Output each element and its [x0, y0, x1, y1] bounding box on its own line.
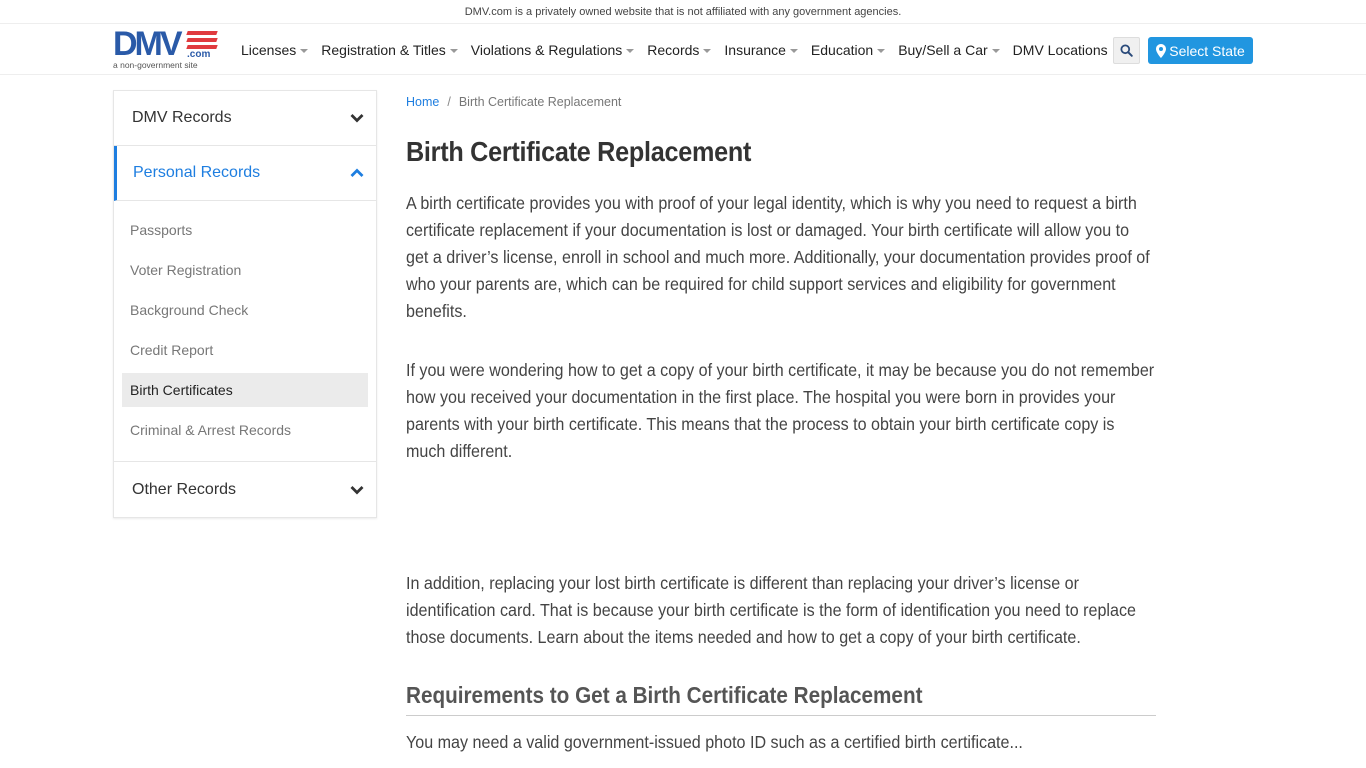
- personal-records-list: Passports Voter Registration Background …: [114, 201, 376, 462]
- nav-label: Records: [647, 42, 700, 58]
- search-button[interactable]: [1113, 37, 1140, 64]
- caret-down-icon: [789, 49, 798, 53]
- site-logo[interactable]: DMV .com a non-government site: [113, 25, 223, 71]
- sidebar-section-dmv-records[interactable]: DMV Records: [114, 91, 376, 146]
- caret-down-icon: [449, 49, 458, 53]
- intro-paragraph: A birth certificate provides you with pr…: [406, 193, 1150, 321]
- nav-label: DMV Locations: [1012, 42, 1108, 58]
- chevron-down-icon: [350, 485, 364, 494]
- sidebar-item-birth-certificates[interactable]: Birth Certificates: [122, 373, 368, 407]
- caret-down-icon: [703, 49, 712, 53]
- site-header: DMV .com a non-government site Licenses …: [0, 25, 1366, 75]
- nav-label: Licenses: [241, 42, 297, 58]
- section-label: Personal Records: [133, 164, 261, 181]
- nav-label: Registration & Titles: [321, 42, 446, 58]
- breadcrumb-current: Birth Certificate Replacement: [458, 95, 622, 109]
- sidebar-item-background-check[interactable]: Background Check: [122, 293, 368, 327]
- nav-records[interactable]: Records: [647, 42, 712, 58]
- map-marker-icon: [1156, 43, 1167, 58]
- logo-flag-stripes-icon: [186, 31, 218, 51]
- nav-registration-titles[interactable]: Registration & Titles: [321, 42, 458, 58]
- disclaimer-text: DMV.com is a privately owned website tha…: [464, 6, 902, 18]
- section-label: Other Records: [132, 480, 237, 498]
- sidebar-section-personal-records[interactable]: Personal Records: [114, 146, 376, 201]
- logo-wordmark: DMV: [113, 25, 183, 63]
- sidebar-item-passports[interactable]: Passports: [122, 213, 368, 247]
- main-content: Home / Birth Certificate Replacement Birth…: [406, 90, 1156, 756]
- nav-label: Violations & Regulations: [470, 42, 623, 58]
- caret-down-icon: [300, 49, 309, 53]
- caret-down-icon: [991, 49, 1000, 53]
- section-label: DMV Records: [132, 109, 232, 126]
- breadcrumb-separator: /: [447, 95, 451, 109]
- select-state-label: Select State: [1169, 42, 1245, 59]
- requirements-paragraph-cutoff: You may need a valid government-issued p…: [406, 732, 1023, 752]
- search-icon: [1120, 44, 1133, 57]
- logo-suffix: .com: [187, 49, 211, 60]
- paragraph-copy-origin: If you were wondering how to get a copy …: [406, 360, 1155, 461]
- section-heading-requirements: Requirements to Get a Birth Certificate …: [406, 682, 923, 708]
- sidebar-item-criminal-arrest-records[interactable]: Criminal & Arrest Records: [122, 413, 368, 447]
- chevron-up-icon: [350, 168, 364, 177]
- nav-label: Buy/Sell a Car: [898, 42, 988, 58]
- breadcrumb-home-link[interactable]: Home: [406, 95, 439, 109]
- paragraph-replacement-difference: In addition, replacing your lost birth c…: [406, 573, 1136, 647]
- sidebar: DMV Records Personal Records Passports V…: [113, 90, 377, 518]
- main-nav: Licenses Registration & Titles Violation…: [241, 25, 1121, 75]
- nav-buy-sell-car[interactable]: Buy/Sell a Car: [898, 42, 1000, 58]
- sidebar-item-credit-report[interactable]: Credit Report: [122, 333, 368, 367]
- nav-violations-regulations[interactable]: Violations & Regulations: [471, 42, 635, 58]
- heading-divider: [406, 715, 1156, 716]
- nav-label: Insurance: [724, 42, 786, 58]
- nav-insurance[interactable]: Insurance: [724, 42, 798, 58]
- disclaimer-bar: DMV.com is a privately owned website tha…: [0, 0, 1366, 24]
- logo-tagline: a non-government site: [113, 60, 198, 70]
- nav-licenses[interactable]: Licenses: [241, 42, 309, 58]
- breadcrumb: Home / Birth Certificate Replacement: [406, 90, 1156, 114]
- chevron-down-icon: [350, 114, 364, 123]
- caret-down-icon: [877, 49, 886, 53]
- nav-dmv-locations[interactable]: DMV Locations: [1013, 42, 1108, 58]
- nav-education[interactable]: Education: [810, 42, 886, 58]
- page-title: Birth Certificate Replacement: [406, 136, 752, 167]
- sidebar-section-other-records[interactable]: Other Records: [114, 462, 376, 517]
- caret-down-icon: [626, 49, 635, 53]
- select-state-button[interactable]: Select State: [1148, 37, 1253, 64]
- nav-label: Education: [810, 42, 874, 58]
- sidebar-item-voter-registration[interactable]: Voter Registration: [122, 253, 368, 287]
